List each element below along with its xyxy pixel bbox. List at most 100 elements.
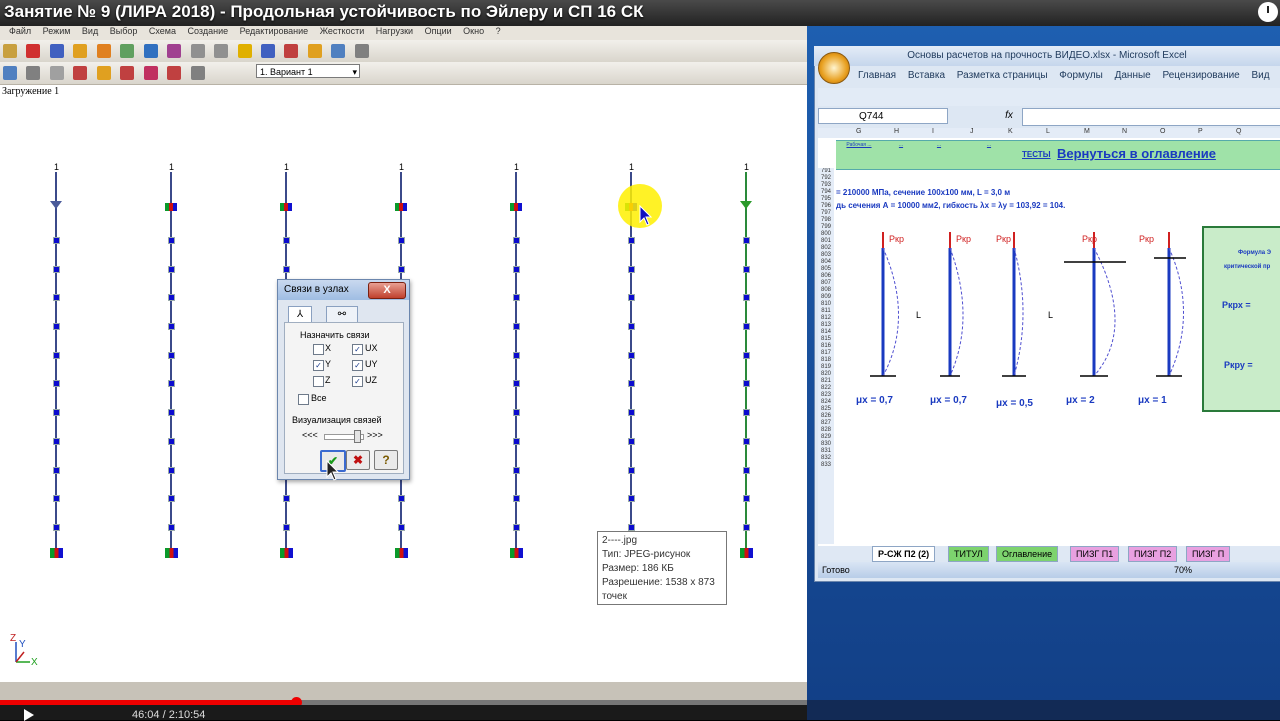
page-icon[interactable]: [190, 66, 205, 80]
copy-icon[interactable]: [120, 66, 135, 80]
node[interactable]: [53, 438, 60, 445]
hinge-support-icon[interactable]: [50, 201, 62, 209]
pin-icon[interactable]: [143, 66, 158, 80]
sheet-tab-pizg-1[interactable]: ПИЗГ П1: [1070, 546, 1120, 562]
node[interactable]: [628, 237, 635, 244]
sheet-tab-contents[interactable]: Оглавление: [996, 546, 1059, 562]
nav-link-4[interactable]: ...: [962, 142, 1016, 148]
open-icon[interactable]: [26, 44, 41, 58]
pencil-icon[interactable]: [307, 44, 322, 58]
back-to-contents-link[interactable]: Вернуться в оглавление: [1057, 146, 1216, 161]
row-number[interactable]: 796: [818, 203, 834, 210]
redo-icon[interactable]: [214, 44, 229, 58]
base-support-icon[interactable]: [165, 548, 178, 558]
node[interactable]: [513, 495, 520, 502]
row-number[interactable]: 823: [818, 392, 834, 399]
constraints-icon[interactable]: [237, 44, 252, 58]
column-header[interactable]: K: [1008, 128, 1013, 135]
formula-bar[interactable]: [1022, 108, 1280, 126]
node[interactable]: [398, 237, 405, 244]
save-icon[interactable]: [49, 44, 64, 58]
tab-constraints-assign[interactable]: ⅄: [288, 306, 312, 323]
node[interactable]: [513, 323, 520, 330]
node[interactable]: [743, 380, 750, 387]
row-number[interactable]: 797: [818, 210, 834, 217]
play-icon[interactable]: [24, 709, 34, 721]
node[interactable]: [398, 495, 405, 502]
column-header[interactable]: N: [1122, 128, 1127, 135]
mirror-icon[interactable]: [49, 66, 64, 80]
name-box[interactable]: Q744: [818, 108, 948, 124]
row-number[interactable]: 824: [818, 399, 834, 406]
tab-review[interactable]: Рецензирование: [1163, 70, 1240, 81]
visualization-slider-thumb[interactable]: [354, 430, 361, 443]
refresh-icon[interactable]: [73, 66, 88, 80]
node[interactable]: [53, 524, 60, 531]
column-header[interactable]: L: [1046, 128, 1050, 135]
node[interactable]: [513, 266, 520, 273]
stiffness-icon[interactable]: [167, 44, 182, 58]
row-number[interactable]: 807: [818, 280, 834, 287]
node[interactable]: [513, 380, 520, 387]
nav-link-3[interactable]: ...: [922, 142, 956, 148]
node[interactable]: [168, 467, 175, 474]
slider-left-arrows[interactable]: <<<: [302, 430, 318, 440]
node[interactable]: [53, 495, 60, 502]
scissors-icon[interactable]: [96, 66, 111, 80]
node[interactable]: [513, 524, 520, 531]
print-icon[interactable]: [3, 66, 17, 80]
node[interactable]: [53, 467, 60, 474]
elements-icon[interactable]: [120, 44, 135, 58]
row-number[interactable]: 800: [818, 231, 834, 238]
row-number[interactable]: 810: [818, 301, 834, 308]
node[interactable]: [168, 237, 175, 244]
cancel-button[interactable]: ✖: [346, 450, 370, 470]
row-number[interactable]: 794: [818, 189, 834, 196]
node[interactable]: [398, 524, 405, 531]
node[interactable]: [743, 266, 750, 273]
tab-page-layout[interactable]: Разметка страницы: [957, 70, 1048, 81]
node[interactable]: [513, 352, 520, 359]
row-number[interactable]: 820: [818, 371, 834, 378]
node[interactable]: [743, 323, 750, 330]
tab-constraints-other[interactable]: ⚯: [326, 306, 358, 323]
row-number[interactable]: 831: [818, 448, 834, 455]
row-number[interactable]: 817: [818, 350, 834, 357]
node[interactable]: [743, 524, 750, 531]
top-node-constraint-icon[interactable]: [280, 203, 292, 211]
cube-icon[interactable]: [167, 66, 182, 80]
node[interactable]: [168, 352, 175, 359]
row-number[interactable]: 805: [818, 266, 834, 273]
fx-icon[interactable]: fx: [996, 108, 1022, 124]
node[interactable]: [283, 524, 290, 531]
node[interactable]: [743, 409, 750, 416]
checkbox-all[interactable]: [298, 394, 309, 405]
sheet-tab-pizg-3[interactable]: ПИЗГ П: [1186, 546, 1231, 562]
node[interactable]: [168, 266, 175, 273]
checkbox-y[interactable]: ✓: [313, 360, 324, 371]
node[interactable]: [513, 294, 520, 301]
tab-data[interactable]: Данные: [1115, 70, 1151, 81]
row-number[interactable]: 827: [818, 420, 834, 427]
row-number[interactable]: 812: [818, 315, 834, 322]
node[interactable]: [513, 237, 520, 244]
node[interactable]: [283, 495, 290, 502]
column-header[interactable]: G: [856, 128, 861, 135]
node[interactable]: [53, 266, 60, 273]
dialog-close-button[interactable]: X: [368, 282, 406, 299]
row-number[interactable]: 830: [818, 441, 834, 448]
checkbox-ux[interactable]: ✓: [352, 344, 363, 355]
row-number[interactable]: 811: [818, 308, 834, 315]
base-support-icon[interactable]: [50, 548, 63, 558]
help-button[interactable]: ?: [374, 450, 398, 470]
top-node-constraint-icon[interactable]: [165, 203, 177, 211]
row-number[interactable]: 809: [818, 294, 834, 301]
node[interactable]: [53, 380, 60, 387]
row-number[interactable]: 803: [818, 252, 834, 259]
top-node-constraint-icon[interactable]: [395, 203, 407, 211]
sheet-tab-active[interactable]: Р-СЖ П2 (2): [872, 546, 936, 562]
row-number[interactable]: 806: [818, 273, 834, 280]
row-number[interactable]: 832: [818, 455, 834, 462]
column-header[interactable]: P: [1198, 128, 1203, 135]
row-number[interactable]: 801: [818, 238, 834, 245]
